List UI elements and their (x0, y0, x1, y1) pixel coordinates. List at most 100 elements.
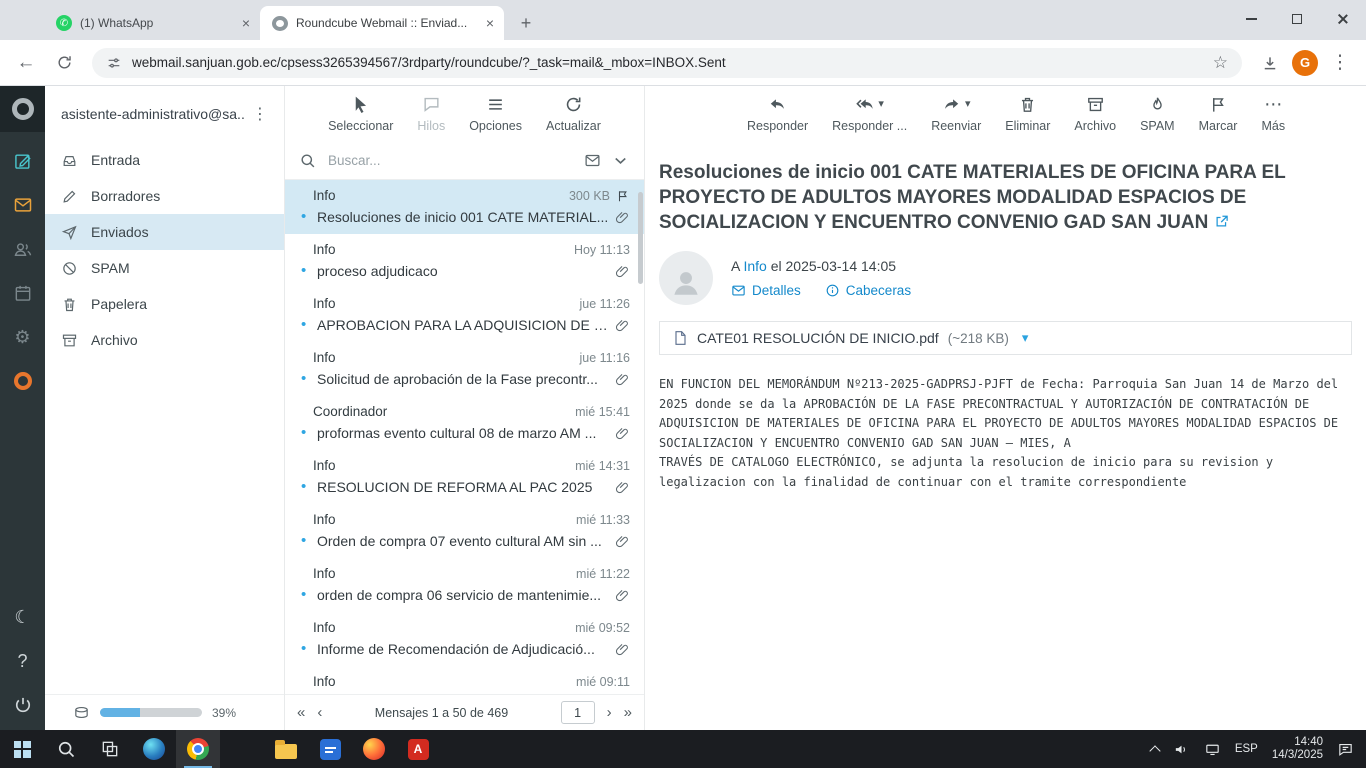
paperclip-icon (615, 642, 630, 657)
browser-tab-whatsapp[interactable]: ✆ (1) WhatsApp × (44, 6, 260, 40)
rail-item-contacts[interactable] (8, 234, 38, 264)
select-button[interactable]: Seleccionar (328, 95, 393, 133)
tab-close-icon[interactable]: × (242, 16, 250, 30)
new-tab-button[interactable]: + (512, 9, 540, 37)
attachment-bar[interactable]: CATE01 RESOLUCIÓN DE INICIO.pdf (~218 KB… (659, 321, 1352, 355)
message-row[interactable]: Info300 KB •Resoluciones de inicio 001 C… (285, 180, 644, 234)
rail-item-settings[interactable]: ⚙ (8, 322, 38, 352)
folder-item-enviados[interactable]: Enviados (45, 214, 284, 250)
envelope-icon (731, 283, 746, 298)
last-page-button[interactable]: » (624, 705, 632, 720)
headers-link[interactable]: Cabeceras (825, 283, 911, 298)
edge-icon (143, 738, 165, 760)
taskbar-search-button[interactable] (44, 730, 88, 768)
spam-button[interactable]: SPAM (1140, 95, 1175, 133)
recipient-link[interactable]: Info (743, 258, 766, 274)
downloads-button[interactable] (1254, 47, 1286, 79)
message-row[interactable]: Infojue 11:16 •Solicitud de aprobación d… (285, 342, 644, 396)
folder-label: Borradores (91, 188, 160, 204)
details-link[interactable]: Detalles (731, 283, 801, 298)
profile-avatar[interactable]: G (1292, 50, 1318, 76)
forward-button[interactable]: ▾ Reenviar (931, 95, 981, 133)
folder-item-spam[interactable]: SPAM (45, 250, 284, 286)
message-row[interactable]: Infomié 11:33 •Orden de compra 07 evento… (285, 504, 644, 558)
page-number-input[interactable] (561, 701, 595, 724)
search-icon (299, 152, 316, 169)
firefox-button[interactable] (352, 730, 396, 768)
bookmark-star-icon[interactable]: ☆ (1213, 53, 1228, 73)
attachment-name[interactable]: CATE01 RESOLUCIÓN DE INICIO.pdf (697, 330, 939, 346)
external-link-icon[interactable] (1214, 214, 1229, 229)
start-button[interactable] (0, 730, 44, 768)
message-row[interactable]: Infomié 14:31 •RESOLUCION DE REFORMA AL … (285, 450, 644, 504)
message-row[interactable]: Infojue 11:26 •APROBACION PARA LA ADQUIS… (285, 288, 644, 342)
search-input[interactable] (326, 152, 574, 169)
volume-icon[interactable] (1173, 741, 1190, 758)
prev-page-button[interactable]: ‹ (317, 705, 322, 720)
tray-expand-icon[interactable] (1149, 745, 1160, 756)
tune-icon[interactable] (106, 55, 122, 71)
reply-button[interactable]: Responder (747, 95, 808, 133)
rail-item-webmail-home[interactable] (8, 366, 38, 396)
minimize-button[interactable] (1228, 0, 1274, 38)
close-window-button[interactable] (1320, 0, 1366, 38)
browser-menu-button[interactable]: ⋮ (1324, 47, 1356, 79)
next-page-button[interactable]: › (607, 705, 612, 720)
taskbar-clock[interactable]: 14:40 14/3/2025 (1272, 736, 1323, 762)
options-button[interactable]: Opciones (469, 95, 522, 133)
message-row[interactable]: Infomié 11:22 •orden de compra 06 servic… (285, 558, 644, 612)
acrobat-button[interactable]: A (396, 730, 440, 768)
tab-close-icon[interactable]: × (486, 16, 494, 30)
archive-label: Archivo (1074, 119, 1116, 133)
action-center-icon[interactable] (1337, 741, 1354, 758)
rail-item-calendar[interactable] (8, 278, 38, 308)
message-row[interactable]: Infomié 09:52 •Informe de Recomendación … (285, 612, 644, 666)
compose-button[interactable] (8, 146, 38, 176)
chrome-button[interactable] (176, 730, 220, 768)
blue-app-button[interactable] (308, 730, 352, 768)
mark-button[interactable]: Marcar (1199, 95, 1238, 133)
back-button[interactable]: ← (10, 47, 42, 79)
reload-button[interactable] (48, 47, 80, 79)
list-scrollbar[interactable] (638, 192, 643, 284)
search-options-button[interactable] (611, 151, 630, 170)
folder-item-papelera[interactable]: Papelera (45, 286, 284, 322)
search-scope-mail-icon[interactable] (584, 152, 601, 169)
file-explorer-button[interactable] (264, 730, 308, 768)
maximize-button[interactable] (1274, 0, 1320, 38)
network-icon[interactable] (1204, 741, 1221, 758)
folder-item-archivo[interactable]: Archivo (45, 322, 284, 358)
rail-item-mail[interactable] (8, 190, 38, 220)
message-row[interactable]: InfoHoy 11:13 •proceso adjudicaco (285, 234, 644, 288)
first-page-button[interactable]: « (297, 705, 305, 720)
dropdown-caret-icon[interactable]: ▾ (878, 99, 884, 110)
browser-tab-roundcube[interactable]: Roundcube Webmail :: Enviad... × (260, 6, 504, 40)
folder-item-borradores[interactable]: Borradores (45, 178, 284, 214)
keyboard-language[interactable]: ESP (1235, 743, 1258, 755)
delete-button[interactable]: Eliminar (1005, 95, 1050, 133)
help-button[interactable]: ? (8, 646, 38, 676)
reply-all-button[interactable]: ▾ Responder ... (832, 95, 907, 133)
threads-button[interactable]: Hilos (417, 95, 445, 133)
logout-button[interactable] (8, 690, 38, 720)
contact-avatar (659, 251, 713, 305)
flag-icon[interactable] (616, 189, 630, 203)
message-row[interactable]: Infomié 09:11 (285, 666, 644, 694)
more-label: Más (1261, 119, 1285, 133)
address-bar[interactable]: webmail.sanjuan.gob.ec/cpsess3265394567/… (92, 48, 1242, 78)
message-row[interactable]: Coordinadormié 15:41 •proformas evento c… (285, 396, 644, 450)
mail-icon (13, 195, 33, 215)
roundcube-logo[interactable] (0, 86, 45, 132)
task-view-button[interactable] (88, 730, 132, 768)
url-text[interactable]: webmail.sanjuan.gob.ec/cpsess3265394567/… (132, 55, 1203, 70)
dark-mode-toggle[interactable]: ☾ (8, 602, 38, 632)
more-button[interactable]: ⋯ Más (1261, 95, 1285, 133)
account-menu-button[interactable]: ⋮ (246, 104, 274, 124)
attachment-menu-caret[interactable]: ▾ (1022, 330, 1029, 346)
archive-button[interactable]: Archivo (1074, 95, 1116, 133)
dropdown-caret-icon[interactable]: ▾ (965, 99, 971, 110)
edge-button[interactable] (132, 730, 176, 768)
refresh-button[interactable]: Actualizar (546, 95, 601, 133)
folder-item-entrada[interactable]: Entrada (45, 142, 284, 178)
message-subject: orden de compra 06 servicio de mantenimi… (317, 587, 609, 603)
